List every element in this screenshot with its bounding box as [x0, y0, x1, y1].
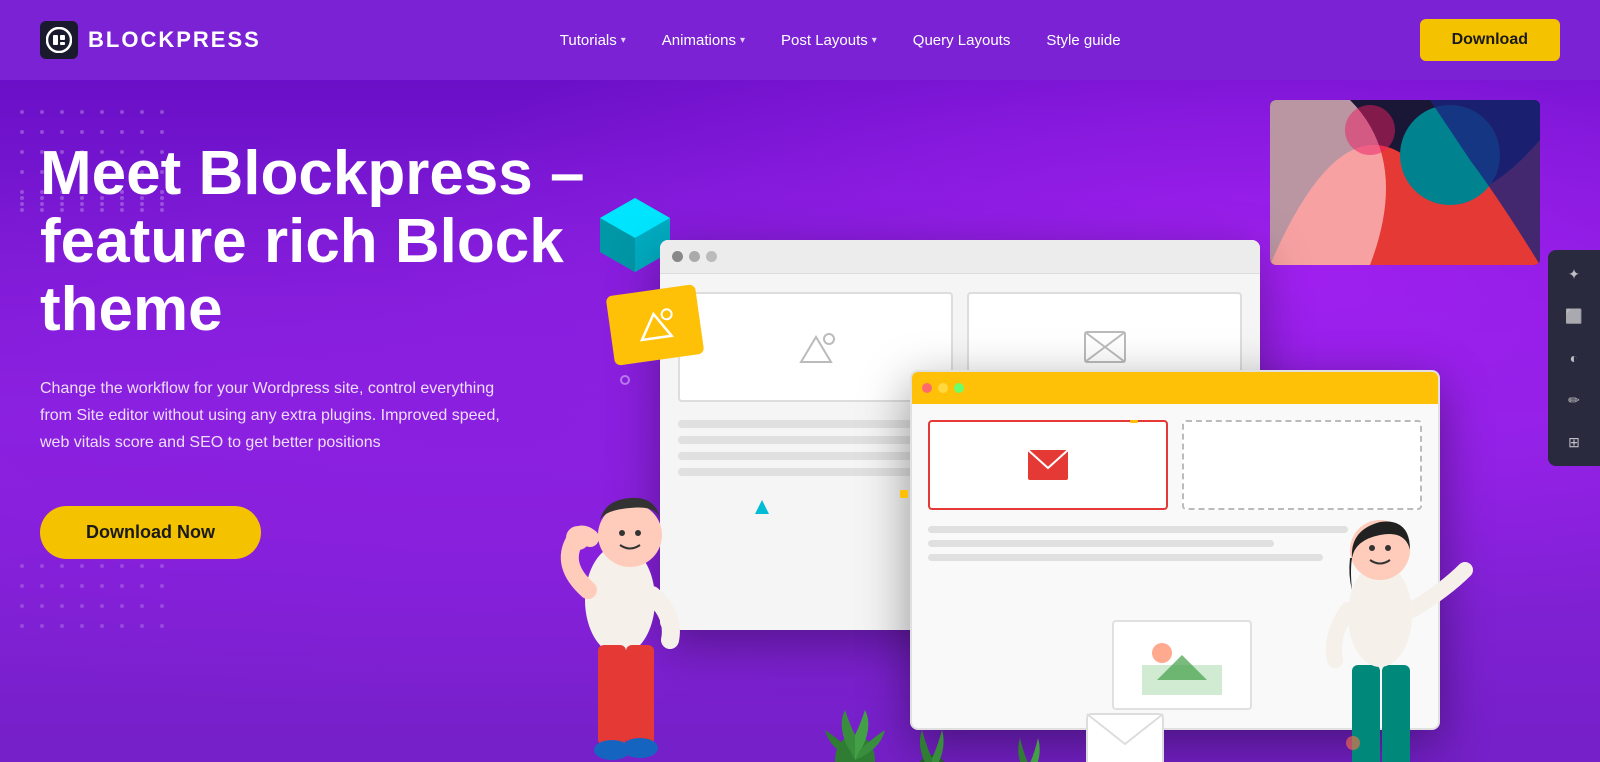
toolbar-edit-icon[interactable]: ✏ — [1562, 388, 1586, 412]
hero-section: const dp1 = document.querySelector('.dot… — [0, 80, 1600, 762]
right-toolbar: ✦ ⬜ ◐ ✏ ⊞ — [1548, 250, 1600, 466]
chevron-down-icon: ▾ — [740, 35, 745, 46]
logo-icon — [40, 21, 78, 59]
envelope — [1085, 712, 1165, 762]
logo-text: BLOCKPRESS — [88, 27, 261, 53]
nav-query-layouts[interactable]: Query Layouts — [899, 24, 1025, 57]
chevron-down-icon: ▾ — [872, 35, 877, 46]
nav-style-guide[interactable]: Style guide — [1032, 24, 1134, 57]
dots-pattern-bottom — [20, 564, 178, 642]
nav-tutorials[interactable]: Tutorials ▾ — [546, 24, 640, 57]
toolbar-select-icon[interactable]: ⬜ — [1562, 304, 1586, 328]
nav-animations[interactable]: Animations ▾ — [648, 24, 759, 57]
yellow-card — [606, 284, 705, 366]
chevron-down-icon: ▾ — [621, 35, 626, 46]
hero-content: Meet Blockpress – feature rich Block the… — [40, 140, 600, 559]
header: BLOCKPRESS Tutorials ▾ Animations ▾ Post… — [0, 0, 1600, 80]
hero-title: Meet Blockpress – feature rich Block the… — [40, 140, 600, 345]
character-right — [1280, 410, 1500, 762]
nav-post-layouts[interactable]: Post Layouts ▾ — [767, 24, 891, 57]
toolbar-contrast-icon[interactable]: ◐ — [1562, 346, 1586, 370]
plant-2 — [900, 700, 970, 762]
download-button[interactable]: Download — [1420, 19, 1560, 61]
hero-subtitle: Change the workflow for your Wordpress s… — [40, 375, 520, 457]
toolbar-sparkle-icon[interactable]: ✦ — [1562, 262, 1586, 286]
plant-1 — [815, 670, 895, 762]
download-now-button[interactable]: Download Now — [40, 506, 261, 559]
illustration-area — [580, 210, 1500, 762]
logo-area: BLOCKPRESS — [40, 21, 261, 59]
plant-3 — [1000, 710, 1065, 762]
toolbar-grid-icon[interactable]: ⊞ — [1562, 430, 1586, 454]
main-nav: Tutorials ▾ Animations ▾ Post Layouts ▾ … — [546, 24, 1135, 57]
